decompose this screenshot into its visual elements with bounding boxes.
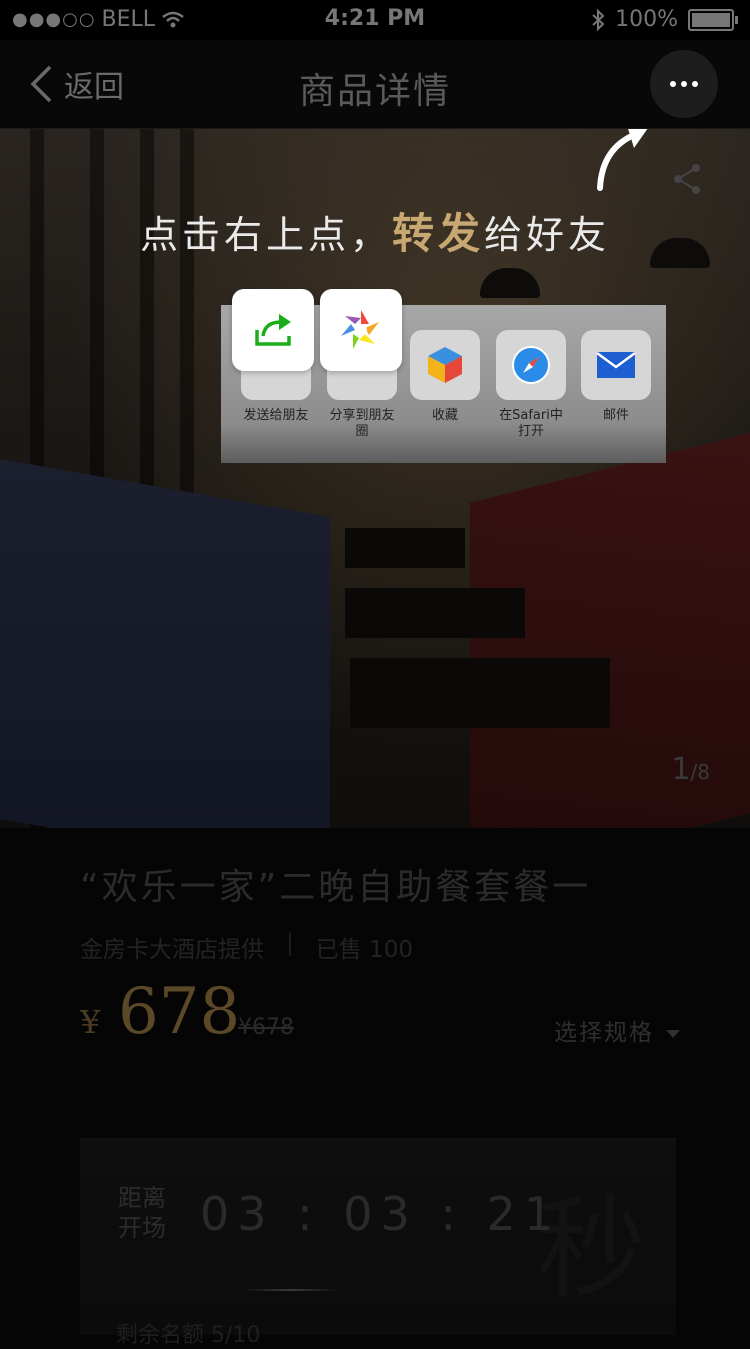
tip-part-1: 点击右上点， (139, 213, 392, 257)
share-item-label: 分享到朋友圈 (329, 408, 395, 439)
sold-count: 已售 100 (315, 937, 413, 963)
curved-arrow-icon (597, 122, 648, 191)
safari-compass-icon (496, 330, 566, 400)
currency-symbol: ¥ (80, 1003, 101, 1041)
product-meta: 金房卡大酒店提供 | 已售 100 (80, 930, 680, 964)
moments-icon (341, 310, 381, 350)
bluetooth-icon (592, 8, 605, 31)
countdown-panel: 秒 距离开场 03 : 03 : 21 剩余名额 5/10 (80, 1138, 676, 1348)
product-info: “欢乐一家”二晚自助餐套餐一 金房卡大酒店提供 | 已售 100 (80, 858, 680, 964)
remaining-slots: 剩余名额 5/10 (116, 1323, 261, 1348)
share-item-label: 发送给朋友 (243, 408, 309, 423)
share-item-label: 收藏 (431, 408, 458, 423)
divider-line (240, 1289, 340, 1291)
highlight-moments[interactable] (320, 289, 402, 371)
share-icon[interactable] (670, 162, 704, 196)
more-dot-icon (692, 81, 698, 87)
battery-icon (688, 8, 738, 31)
share-item-favorites[interactable]: 收藏 (407, 330, 483, 424)
more-dot-icon (681, 81, 687, 87)
countdown-timer: 03 : 03 : 21 (200, 1187, 562, 1241)
forward-icon (255, 314, 291, 346)
tip-part-2: 给好友 (484, 213, 611, 257)
tip-highlight: 转发 (391, 209, 484, 258)
dining-table (345, 588, 525, 638)
countdown-label: 距离开场 (118, 1184, 166, 1242)
product-title: “欢乐一家”二晚自助餐套餐一 (80, 867, 592, 908)
dining-table (350, 658, 610, 728)
highlight-send-friend[interactable] (232, 289, 314, 371)
current-price: 678 (118, 975, 241, 1049)
gallery-current: 1 (671, 752, 691, 787)
pendant-lamp (480, 268, 540, 298)
gallery-counter: 1/8 (671, 752, 710, 787)
status-bar: ●●●○○ BELL 4:21 PM 100% (0, 0, 750, 40)
share-item-mail[interactable]: 邮件 (578, 330, 654, 424)
blue-bench-seating (0, 458, 330, 828)
navigation-bar: 返回 商品详情 (0, 40, 750, 129)
share-item-safari[interactable]: 在Safari中打开 (493, 330, 569, 440)
share-item-label: 在Safari中打开 (499, 408, 563, 439)
gallery-total: /8 (690, 760, 710, 784)
battery-percent: 100% (615, 7, 678, 32)
mail-icon (581, 330, 651, 400)
triangle-down-icon (666, 1029, 680, 1038)
more-options-button[interactable] (650, 50, 718, 118)
price-row: ¥ 678 ¥678 选择规格 (80, 975, 680, 1055)
favorites-cube-icon (410, 330, 480, 400)
select-spec-button[interactable]: 选择规格 (554, 1013, 680, 1047)
original-price: ¥678 (238, 1015, 294, 1040)
provider-name: 金房卡大酒店提供 (80, 937, 264, 963)
share-tip-text: 点击右上点，转发给好友 (0, 200, 750, 261)
page-title: 商品详情 (298, 71, 451, 112)
meta-divider: | (286, 930, 294, 956)
share-item-label: 邮件 (602, 408, 629, 423)
dining-table (345, 528, 465, 568)
more-dot-icon (670, 81, 676, 87)
select-spec-label: 选择规格 (554, 1020, 654, 1046)
